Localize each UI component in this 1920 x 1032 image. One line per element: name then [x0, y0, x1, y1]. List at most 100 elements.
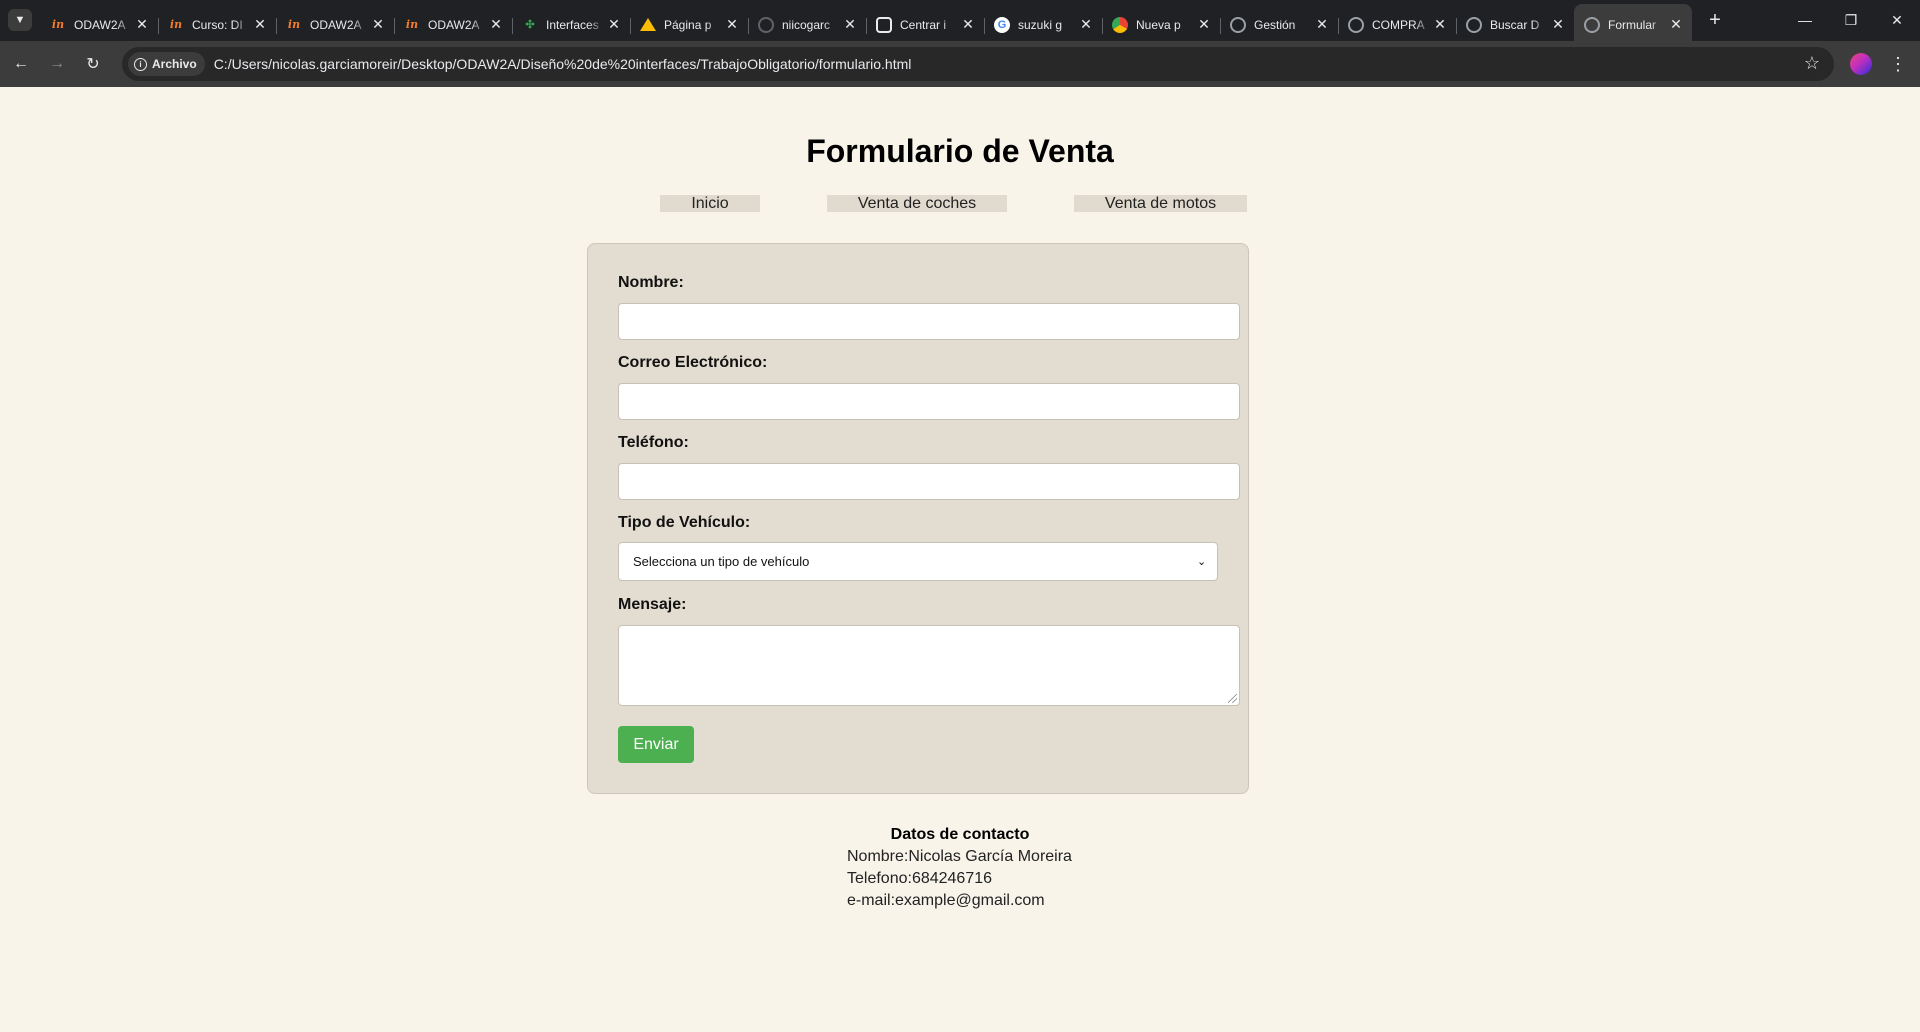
close-icon[interactable]: ✕	[1668, 16, 1684, 33]
globe-icon	[1230, 16, 1246, 33]
name-label: Nombre:	[618, 274, 684, 291]
name-input[interactable]	[618, 303, 1240, 340]
email-label: Correo Electrónico:	[618, 354, 768, 371]
close-icon[interactable]: ✕	[1196, 16, 1212, 33]
reload-button[interactable]: ↻	[80, 51, 106, 77]
phone-label: Teléfono:	[618, 434, 689, 451]
tab-interfaces[interactable]: ✣ Interfaces ✕	[512, 8, 630, 41]
contact-phone: Telefono:684246716	[847, 870, 993, 887]
close-icon[interactable]: ✕	[134, 16, 150, 33]
tab-odaw2a-3[interactable]: in ODAW2A ✕	[394, 8, 512, 41]
submit-button[interactable]: Enviar	[618, 726, 694, 763]
tab-search-button[interactable]: ▼	[8, 9, 32, 31]
tab-gestion[interactable]: Gestión ✕	[1220, 8, 1338, 41]
close-icon[interactable]: ✕	[960, 16, 976, 33]
tab-title: Página p	[664, 17, 712, 32]
close-icon[interactable]: ✕	[1078, 16, 1094, 33]
google-icon: G	[994, 16, 1010, 33]
vehicle-type-select[interactable]: Selecciona un tipo de vehículo ⌄	[618, 542, 1218, 581]
site-info-label: Archivo	[152, 57, 197, 71]
close-icon[interactable]: ✕	[1314, 16, 1330, 33]
info-icon: i	[134, 57, 147, 71]
tab-title: ODAW2A	[74, 17, 126, 32]
tab-formulario[interactable]: Formular ✕	[1574, 4, 1692, 41]
tab-title: niicogarc	[782, 17, 831, 32]
close-icon[interactable]: ✕	[488, 16, 504, 33]
forward-button[interactable]: →	[44, 51, 70, 77]
tab-title: COMPRA	[1372, 17, 1425, 32]
github-icon	[758, 16, 774, 33]
message-label: Mensaje:	[618, 596, 687, 613]
email-input[interactable]	[618, 383, 1240, 420]
in-logo-icon: in	[169, 18, 183, 31]
tab-title: Buscar D	[1490, 17, 1540, 32]
address-bar[interactable]: i Archivo C:/Users/nicolas.garciamoreir/…	[122, 47, 1834, 81]
tab-title: Nueva p	[1136, 17, 1181, 32]
chatgpt-icon	[876, 16, 892, 33]
tab-pagina[interactable]: Página p ✕	[630, 8, 748, 41]
new-tab-button[interactable]: +	[1703, 8, 1727, 32]
restore-button[interactable]: ❐	[1836, 8, 1866, 32]
profile-avatar[interactable]	[1850, 53, 1872, 75]
tab-buscar[interactable]: Buscar D ✕	[1456, 8, 1574, 41]
kebab-menu-icon: ⋮	[1889, 53, 1907, 74]
tab-strip: ▼ in ODAW2A ✕ in Curso: DI ✕ in ODAW2A ✕…	[0, 0, 1920, 41]
arrow-right-icon: →	[49, 55, 65, 72]
chevron-down-icon: ▼	[14, 14, 26, 26]
sales-form: Nombre: Correo Electrónico: Teléfono: Ti…	[587, 243, 1249, 794]
in-logo-icon: in	[51, 18, 65, 31]
contact-email: e-mail:example@gmail.com	[847, 892, 1045, 909]
page-title: Formulario de Venta	[806, 133, 1114, 169]
close-icon[interactable]: ✕	[842, 16, 858, 33]
drive-icon	[640, 18, 656, 31]
tab-curso-di[interactable]: in Curso: DI ✕	[158, 8, 276, 41]
close-icon[interactable]: ✕	[1432, 16, 1448, 33]
tab-title: Gestión	[1254, 17, 1296, 32]
vehicle-type-selected-value: Selecciona un tipo de vehículo	[633, 554, 810, 569]
tab-list: in ODAW2A ✕ in Curso: DI ✕ in ODAW2A ✕ i…	[40, 4, 1692, 41]
minimize-icon: —	[1798, 12, 1812, 28]
message-textarea[interactable]	[618, 625, 1240, 706]
url-text[interactable]: C:/Users/nicolas.garciamoreir/Desktop/OD…	[214, 56, 912, 72]
arrow-left-icon: ←	[13, 55, 29, 72]
close-icon[interactable]: ✕	[1550, 16, 1566, 33]
close-icon[interactable]: ✕	[724, 16, 740, 33]
plus-icon: +	[1709, 8, 1721, 31]
tab-title: Formular	[1608, 17, 1657, 32]
in-logo-icon: in	[287, 18, 301, 31]
browser-toolbar: ← → ↻ i Archivo C:/Users/nicolas.garciam…	[0, 41, 1920, 87]
tab-nueva[interactable]: Nueva p ✕	[1102, 8, 1220, 41]
close-icon: ✕	[1891, 11, 1903, 28]
browser-menu-button[interactable]: ⋮	[1886, 51, 1910, 77]
window-close-button[interactable]: ✕	[1882, 8, 1912, 32]
in-logo-icon: in	[405, 18, 419, 31]
close-icon[interactable]: ✕	[252, 16, 268, 33]
nav-link-venta-coches[interactable]: Venta de coches	[827, 195, 1007, 212]
tab-centrar[interactable]: Centrar i ✕	[866, 8, 984, 41]
resize-grip-icon[interactable]	[1228, 694, 1237, 703]
globe-icon	[1466, 16, 1482, 33]
tab-niicogarc[interactable]: niicogarc ✕	[748, 8, 866, 41]
back-button[interactable]: ←	[8, 51, 34, 77]
close-icon[interactable]: ✕	[606, 16, 622, 33]
nav-link-venta-motos[interactable]: Venta de motos	[1074, 195, 1247, 212]
contact-title: Datos de contacto	[890, 826, 1030, 843]
contact-name: Nombre:Nicolas García Moreira	[847, 848, 1072, 865]
tab-suzuki[interactable]: G suzuki g ✕	[984, 8, 1102, 41]
nav-link-inicio[interactable]: Inicio	[660, 195, 760, 212]
tab-odaw2a-1[interactable]: in ODAW2A ✕	[40, 8, 158, 41]
tab-odaw2a-2[interactable]: in ODAW2A ✕	[276, 8, 394, 41]
chevron-down-icon: ⌄	[1197, 556, 1207, 568]
chrome-icon	[1112, 16, 1128, 33]
tab-title: Centrar i	[900, 17, 947, 32]
close-icon[interactable]: ✕	[370, 16, 386, 33]
phone-input[interactable]	[618, 463, 1240, 500]
pinwheel-icon: ✣	[525, 19, 535, 31]
star-icon[interactable]: ☆	[1804, 53, 1820, 74]
site-info-chip[interactable]: i Archivo	[128, 52, 205, 76]
restore-icon: ❐	[1844, 11, 1858, 28]
minimize-button[interactable]: —	[1790, 8, 1820, 32]
tab-compra[interactable]: COMPRA ✕	[1338, 8, 1456, 41]
tab-title: Interfaces	[546, 17, 599, 32]
tab-title: Curso: DI	[192, 17, 243, 32]
